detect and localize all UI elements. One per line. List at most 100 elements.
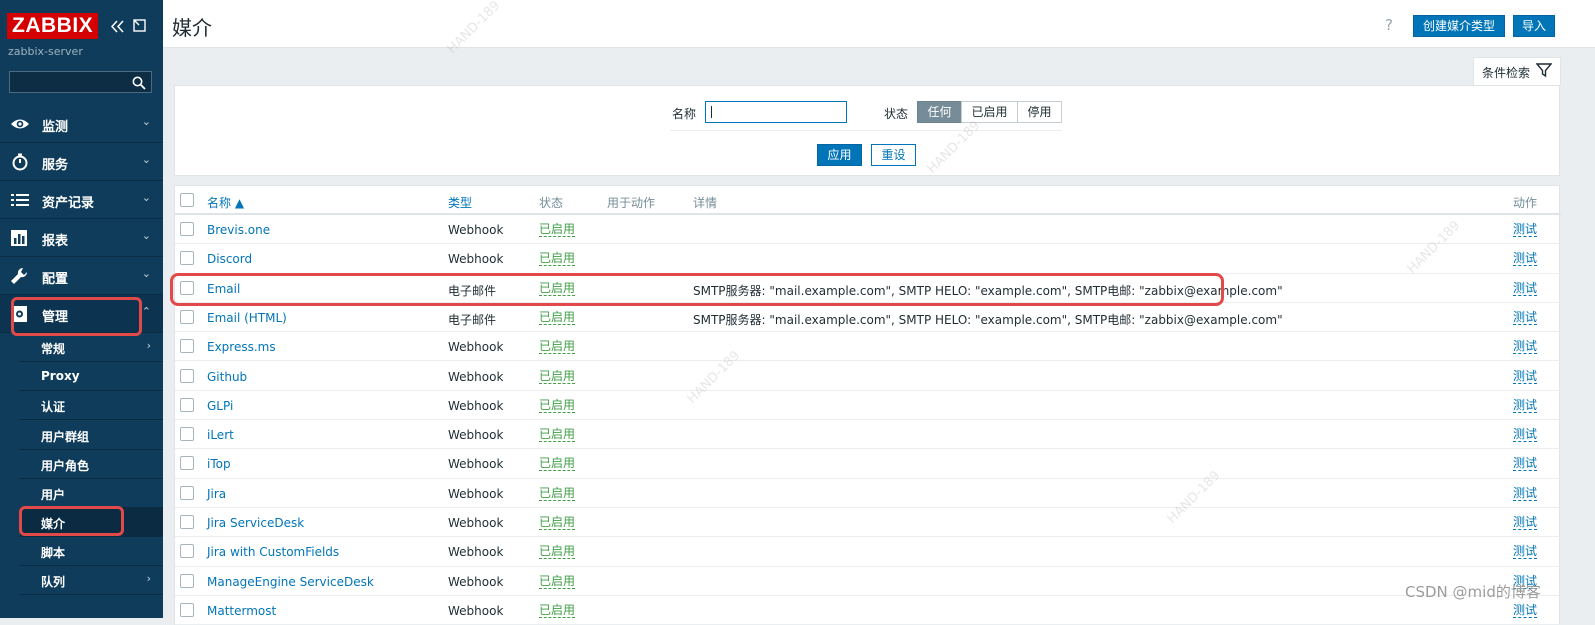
submenu-proxy[interactable]: Proxy: [20, 362, 163, 391]
filter-status-label: 状态: [884, 107, 909, 121]
apply-button[interactable]: 应用: [817, 144, 862, 166]
submenu-authentication[interactable]: 认证: [20, 391, 163, 420]
status-toggle-link[interactable]: 已启用: [539, 310, 576, 325]
test-link[interactable]: 测试: [1513, 252, 1538, 267]
media-type-name-link[interactable]: Jira: [207, 487, 226, 501]
menu-configuration[interactable]: 配置 ⌄: [0, 257, 163, 295]
status-toggle-link[interactable]: 已启用: [539, 340, 576, 355]
menu-inventory[interactable]: 资产记录 ⌄: [0, 181, 163, 219]
row-checkbox[interactable]: [180, 515, 194, 529]
row-checkbox[interactable]: [180, 573, 194, 588]
text-cursor: [711, 106, 712, 118]
status-toggle-link[interactable]: 已启用: [539, 457, 576, 472]
row-checkbox[interactable]: [180, 339, 194, 354]
media-type-name-link[interactable]: Github: [207, 370, 247, 384]
menu-services[interactable]: 服务 ⌄: [0, 143, 163, 181]
column-name[interactable]: 名称 ▲: [207, 194, 244, 211]
status-toggle-link[interactable]: 已启用: [539, 545, 576, 560]
chevron-down-icon: ⌄: [141, 267, 151, 280]
test-link[interactable]: 测试: [1513, 457, 1538, 472]
chevron-up-icon: ⌃: [141, 305, 151, 318]
status-option-disabled[interactable]: 停用: [1017, 101, 1062, 123]
submenu-user-groups[interactable]: 用户群组: [20, 421, 163, 450]
kiosk-mode-icon[interactable]: [133, 19, 146, 32]
media-type-name-link[interactable]: iLert: [207, 428, 234, 442]
test-link[interactable]: 测试: [1513, 398, 1538, 413]
status-toggle-link[interactable]: 已启用: [539, 486, 576, 501]
row-checkbox[interactable]: [180, 368, 194, 383]
media-type-name-link[interactable]: GLPi: [207, 399, 233, 413]
row-checkbox[interactable]: [180, 602, 194, 617]
row-checkbox[interactable]: [180, 456, 194, 471]
annotation-highlight-admin: [11, 297, 142, 336]
chevron-down-icon: ⌄: [141, 229, 151, 242]
status-option-enabled[interactable]: 已启用: [961, 101, 1018, 123]
submenu-users[interactable]: 用户: [20, 479, 163, 508]
zabbix-logo[interactable]: ZABBIX: [7, 13, 99, 39]
submenu-queue[interactable]: 队列 ›: [20, 566, 163, 595]
media-type-type: Webhook: [448, 516, 504, 530]
menu-monitoring[interactable]: 监测 ⌄: [0, 105, 163, 143]
filter-name-input[interactable]: [705, 101, 847, 123]
status-toggle-link[interactable]: 已启用: [539, 428, 576, 443]
test-link[interactable]: 测试: [1513, 603, 1538, 618]
test-link[interactable]: 测试: [1513, 281, 1538, 296]
filter-icon: [1536, 63, 1552, 78]
media-type-name-link[interactable]: iTop: [207, 457, 231, 471]
column-type[interactable]: 类型: [448, 194, 472, 211]
row-checkbox[interactable]: [180, 251, 194, 266]
media-type-name-link[interactable]: Email (HTML): [207, 311, 287, 325]
media-type-type: Webhook: [448, 223, 504, 237]
status-toggle-link[interactable]: 已启用: [539, 369, 576, 384]
status-toggle-link[interactable]: 已启用: [539, 223, 576, 237]
status-toggle-link[interactable]: 已启用: [539, 398, 576, 413]
row-checkbox[interactable]: [180, 309, 194, 324]
row-checkbox[interactable]: [180, 544, 194, 559]
submenu-scripts[interactable]: 脚本: [20, 537, 163, 566]
status-toggle-link[interactable]: 已启用: [539, 574, 576, 589]
page-header: 媒介 ? 创建媒介类型 导入: [163, 0, 1595, 48]
test-link[interactable]: 测试: [1513, 310, 1538, 325]
status-toggle-link[interactable]: 已启用: [539, 603, 576, 618]
create-media-type-button[interactable]: 创建媒介类型: [1413, 15, 1505, 37]
search-icon[interactable]: [132, 76, 146, 90]
menu-reports[interactable]: 报表 ⌄: [0, 219, 163, 257]
import-button[interactable]: 导入: [1513, 15, 1555, 37]
status-option-any[interactable]: 任何: [917, 101, 962, 123]
media-type-name-link[interactable]: Mattermost: [207, 604, 276, 618]
row-checkbox[interactable]: [180, 427, 194, 442]
table-row: iLert Webhook 已启用 测试: [175, 420, 1561, 450]
row-checkbox[interactable]: [180, 485, 194, 500]
status-toggle-link[interactable]: 已启用: [539, 516, 576, 530]
test-link[interactable]: 测试: [1513, 369, 1538, 384]
media-type-name-link[interactable]: Brevis.one: [207, 223, 270, 237]
column-action: 动作: [1513, 196, 1538, 210]
row-checkbox[interactable]: [180, 397, 194, 412]
media-type-name-link[interactable]: Jira ServiceDesk: [207, 516, 304, 530]
media-type-type: Webhook: [448, 545, 504, 560]
test-link[interactable]: 测试: [1513, 340, 1538, 355]
sidebar-search-input[interactable]: [9, 71, 152, 93]
filter-tab[interactable]: 条件检索: [1473, 57, 1561, 85]
collapse-sidebar-icon[interactable]: [111, 20, 124, 33]
select-all-checkbox[interactable]: [180, 193, 194, 207]
media-type-name-link[interactable]: Discord: [207, 252, 252, 266]
test-link[interactable]: 测试: [1513, 428, 1538, 443]
reset-button[interactable]: 重设: [871, 144, 916, 166]
test-link[interactable]: 测试: [1513, 545, 1538, 560]
media-type-details: SMTP服务器: "mail.example.com", SMTP HELO: …: [693, 312, 1283, 327]
test-link[interactable]: 测试: [1513, 223, 1538, 237]
chevron-down-icon: ⌄: [141, 115, 151, 128]
test-link[interactable]: 测试: [1513, 486, 1538, 501]
row-checkbox[interactable]: [180, 222, 194, 236]
media-type-name-link[interactable]: Express.ms: [207, 340, 276, 354]
submenu-user-roles[interactable]: 用户角色: [20, 450, 163, 479]
media-type-name-link[interactable]: ManageEngine ServiceDesk: [207, 575, 374, 589]
status-toggle-link[interactable]: 已启用: [539, 252, 576, 267]
help-icon[interactable]: ?: [1385, 16, 1393, 34]
submenu-general[interactable]: 常规 ›: [20, 333, 163, 362]
media-type-name-link[interactable]: Jira with CustomFields: [207, 545, 339, 559]
table-row: Jira ServiceDesk Webhook 已启用 测试: [175, 508, 1561, 538]
test-link[interactable]: 测试: [1513, 516, 1538, 530]
filter-name-label: 名称: [672, 107, 697, 121]
